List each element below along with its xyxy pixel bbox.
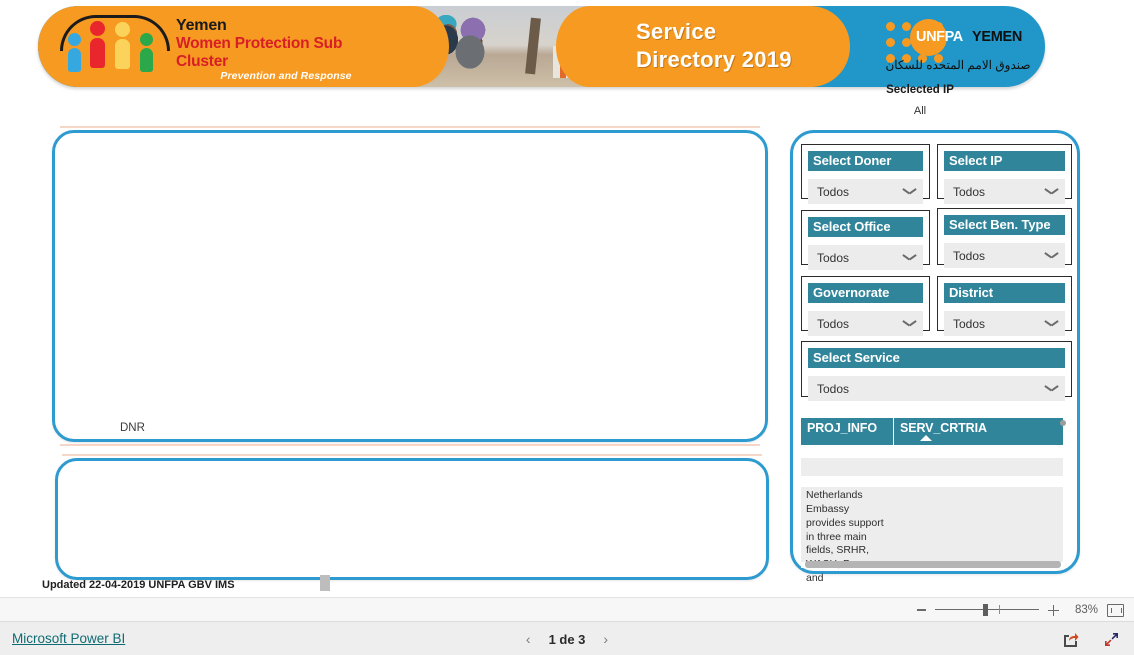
chevron-down-icon: [904, 188, 915, 195]
slicer-select-doner[interactable]: Select Doner Todos: [801, 144, 930, 205]
zoom-slider-tick: [999, 605, 1001, 614]
table-column-header-proj-info[interactable]: PROJ_INFO: [801, 418, 893, 445]
unfpa-country-label: YEMEN: [972, 29, 1023, 45]
slicer-select-office[interactable]: Select Office Todos: [801, 210, 930, 271]
table-cell-serv-crtria: [893, 487, 1063, 562]
table-row[interactable]: [801, 445, 1063, 458]
table-column-header-serv-crtria-label: SERV_CRTRIA: [900, 421, 987, 435]
slicer-dropdown-select-ip[interactable]: Todos: [944, 179, 1065, 205]
panel-divider-accent-line: [60, 444, 760, 446]
table-cell-serv-crtria: [893, 445, 1063, 458]
report-canvas: Yemen Women Protection Sub Cluster Preve…: [0, 0, 1134, 597]
fit-to-page-icon[interactable]: [1107, 603, 1124, 617]
slicer-title-district: District: [944, 283, 1065, 304]
page-navigation: ‹ 1 de 3 ›: [0, 622, 1134, 655]
slicer-title-select-ben-type: Select Ben. Type: [944, 215, 1065, 236]
canvas-footer-note: Updated 22-04-2019 UNFPA GBV IMS: [42, 579, 235, 591]
slicer-dropdown-select-doner[interactable]: Todos: [808, 179, 923, 205]
table-row[interactable]: Netherlands Embassy provides support in …: [801, 487, 1063, 585]
project-info-table[interactable]: PROJ_INFO SERV_CRTRIA Netherlands Embass…: [801, 418, 1066, 585]
chevron-down-icon: [1046, 385, 1057, 392]
chevron-down-icon: [1046, 188, 1057, 195]
zoom-in-icon[interactable]: [1048, 604, 1059, 616]
zoom-slider[interactable]: [935, 604, 1039, 616]
logo-line-tagline: Prevention and Response: [220, 70, 352, 83]
unfpa-arabic-label: صندوق الامم المتحده للسكان: [885, 58, 1031, 72]
fullscreen-icon[interactable]: [1103, 631, 1120, 648]
logo-text: Yemen Women Protection Sub Cluster Preve…: [176, 17, 396, 83]
visual-panel-bottom[interactable]: [55, 458, 769, 580]
selected-ip-value: All: [913, 105, 927, 117]
title-line-1: Service: [636, 19, 717, 44]
table-row[interactable]: [801, 458, 1063, 476]
zoom-percent-label: 83%: [1074, 604, 1098, 616]
sort-ascending-icon: [920, 435, 932, 441]
report-header-banner: Yemen Women Protection Sub Cluster Preve…: [38, 6, 1045, 87]
chevron-down-icon: [1046, 252, 1057, 259]
share-icon[interactable]: [1062, 631, 1079, 648]
title-line-2: Directory 2019: [636, 47, 792, 73]
bottom-bar: Microsoft Power BI ‹ 1 de 3 ›: [0, 621, 1134, 655]
slicer-value-governorate: Todos: [817, 316, 850, 331]
slicer-governorate[interactable]: Governorate Todos: [801, 276, 930, 337]
slicer-value-select-office: Todos: [817, 250, 850, 265]
logo-line-subcluster: Women Protection Sub Cluster: [176, 34, 343, 70]
status-bar: 83%: [0, 597, 1134, 621]
logo-line-yemen: Yemen: [176, 17, 227, 34]
slicer-select-ben-type[interactable]: Select Ben. Type Todos: [937, 208, 1072, 269]
chevron-down-icon: [904, 254, 915, 261]
slicer-district[interactable]: District Todos: [937, 276, 1072, 337]
wpsc-logo: Yemen Women Protection Sub Cluster Preve…: [56, 14, 396, 83]
slicer-value-select-ip: Todos: [953, 184, 986, 199]
slicer-value-select-service: Todos: [817, 381, 850, 396]
table-header-row: PROJ_INFO SERV_CRTRIA: [801, 418, 1066, 445]
table-cell-serv-crtria: [893, 458, 1063, 476]
slicer-value-select-doner: Todos: [817, 184, 850, 199]
unfpa-yemen-logo: UNFPA YEMEN صندوق الامم المتحده للسكان: [850, 6, 1045, 87]
slicer-dropdown-select-service[interactable]: Todos: [808, 376, 1065, 402]
zoom-controls: 83%: [917, 598, 1124, 622]
page-indicator-label: 1 de 3: [548, 631, 586, 647]
table-cell-proj-info: [801, 445, 893, 458]
slicer-value-district: Todos: [953, 316, 986, 331]
table-column-header-serv-crtria[interactable]: SERV_CRTRIA: [893, 418, 1063, 445]
four-people-icon: [68, 21, 164, 72]
dnr-label: DNR: [120, 422, 145, 434]
panel-bottom-accent-line: [62, 454, 762, 456]
bottom-right-actions: [1062, 622, 1120, 655]
slicer-title-select-doner: Select Doner: [808, 151, 923, 172]
chevron-down-icon: [1046, 320, 1057, 327]
unfpa-wordmark: UNFPA: [916, 29, 963, 45]
slicer-select-service[interactable]: Select Service Todos: [801, 341, 1072, 402]
service-directory-title: Service Directory 2019: [636, 18, 792, 74]
slicer-dropdown-governorate[interactable]: Todos: [808, 311, 923, 337]
slicer-title-select-service: Select Service: [808, 348, 1065, 369]
panel-top-accent-line: [60, 126, 760, 128]
canvas-horizontal-scrollbar-thumb[interactable]: [320, 575, 330, 591]
zoom-out-icon[interactable]: [917, 609, 926, 611]
previous-page-icon[interactable]: ‹: [526, 631, 531, 647]
slicer-dropdown-select-office[interactable]: Todos: [808, 245, 923, 271]
slicer-dropdown-district[interactable]: Todos: [944, 311, 1065, 337]
table-options-dot-icon[interactable]: [1060, 420, 1066, 426]
table-row-spacer: [801, 476, 1063, 487]
zoom-slider-thumb[interactable]: [983, 604, 988, 616]
table-cell-proj-info: Netherlands Embassy provides support in …: [806, 489, 884, 585]
slicer-title-select-ip: Select IP: [944, 151, 1065, 172]
slicer-title-governorate: Governorate: [808, 283, 923, 304]
table-cell-proj-info: [801, 458, 893, 476]
slicer-dropdown-select-ben-type[interactable]: Todos: [944, 243, 1065, 269]
next-page-icon[interactable]: ›: [603, 631, 608, 647]
visual-panel-top[interactable]: [52, 130, 768, 442]
chevron-down-icon: [904, 320, 915, 327]
slicer-value-select-ben-type: Todos: [953, 248, 986, 263]
power-bi-report-viewer: Yemen Women Protection Sub Cluster Preve…: [0, 0, 1134, 655]
table-horizontal-scrollbar[interactable]: [805, 561, 1061, 568]
slicer-title-select-office: Select Office: [808, 217, 923, 238]
slicer-select-ip[interactable]: Select IP Todos: [937, 144, 1072, 205]
